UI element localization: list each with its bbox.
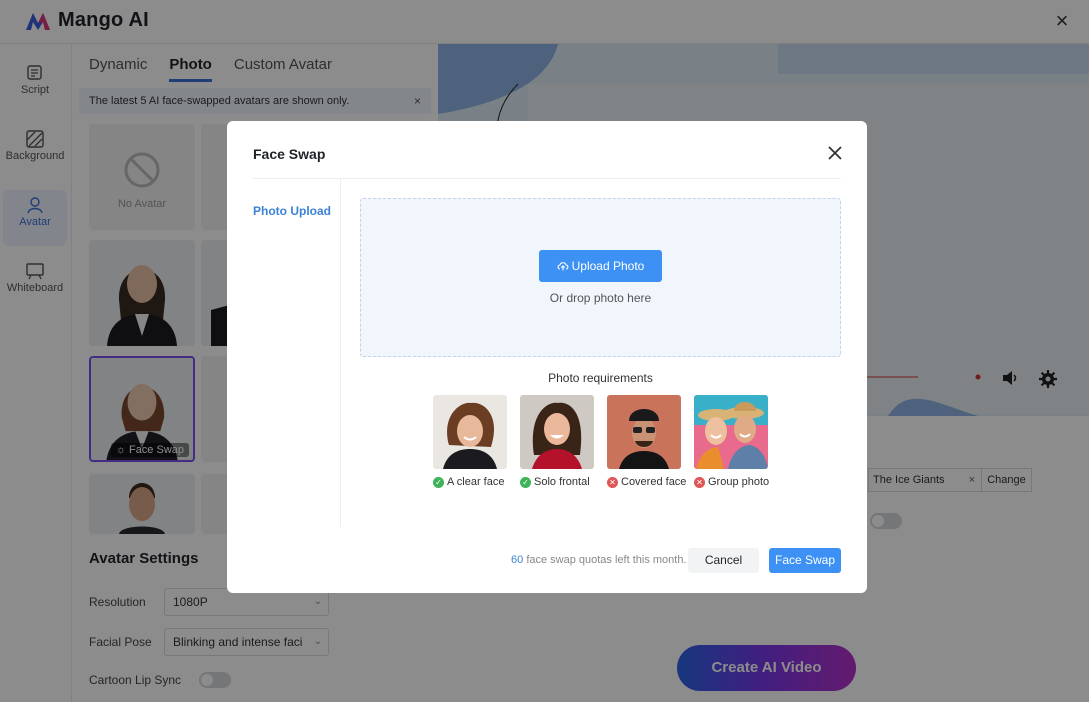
example-photo	[520, 395, 594, 469]
drop-hint: Or drop photo here	[549, 291, 652, 305]
check-icon: ✓	[520, 476, 531, 488]
requirement-label: ✕ Group photo	[694, 476, 769, 488]
face-swap-dialog: Face Swap Photo Upload Upload Photo Or d…	[227, 121, 867, 593]
example-photo	[694, 395, 768, 469]
cancel-button[interactable]: Cancel	[688, 548, 759, 573]
cloud-upload-icon	[557, 262, 569, 271]
cross-icon: ✕	[607, 476, 618, 488]
requirement-text: Covered face	[621, 476, 687, 488]
requirement-text: Solo frontal	[534, 476, 590, 488]
example-photo	[607, 395, 681, 469]
requirement-label: ✓ A clear face	[433, 476, 504, 488]
divider	[253, 178, 841, 179]
upload-photo-button[interactable]: Upload Photo	[539, 250, 662, 282]
photo-dropzone[interactable]: Upload Photo Or drop photo here	[360, 198, 841, 357]
tab-photo-upload[interactable]: Photo Upload	[253, 204, 331, 218]
example-photo	[433, 395, 507, 469]
requirement-item: ✕ Group photo	[694, 395, 769, 488]
requirements-title: Photo requirements	[548, 371, 653, 385]
requirement-item: ✓ A clear face	[433, 395, 507, 488]
cross-icon: ✕	[694, 476, 705, 488]
quota-description: face swap quotas left this month.	[526, 554, 687, 566]
close-icon[interactable]	[825, 143, 845, 163]
face-swap-button[interactable]: Face Swap	[769, 548, 841, 573]
quota-count: 60	[511, 554, 524, 566]
requirement-label: ✓ Solo frontal	[520, 476, 590, 488]
requirement-text: A clear face	[447, 476, 505, 488]
quota-text: 60 face swap quotas left this month.	[511, 554, 687, 566]
check-icon: ✓	[433, 476, 444, 488]
divider	[340, 179, 341, 527]
requirement-item: ✕ Covered face	[607, 395, 686, 488]
requirement-label: ✕ Covered face	[607, 476, 686, 488]
upload-photo-label: Upload Photo	[571, 259, 645, 273]
requirement-item: ✓ Solo frontal	[520, 395, 594, 488]
requirement-text: Group photo	[708, 476, 770, 488]
dialog-title: Face Swap	[253, 146, 326, 162]
